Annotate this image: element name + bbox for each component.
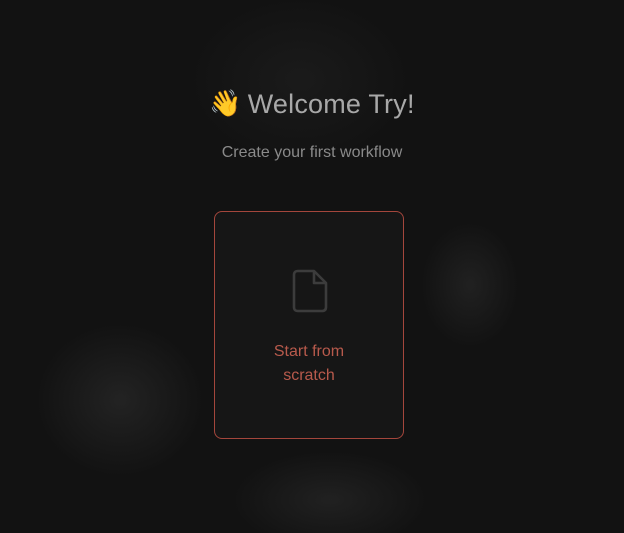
page-subtitle: Create your first workflow [221, 144, 403, 161]
welcome-heading: 👋 Welcome Try! [0, 86, 624, 122]
welcome-screen: 👋 Welcome Try! Create your first workflo… [0, 0, 624, 533]
page-title: Welcome Try! [247, 88, 415, 119]
start-from-scratch-label: Start from scratch [273, 343, 345, 384]
start-from-scratch-card[interactable]: Start from scratch [214, 211, 404, 439]
waving-hand-icon: 👋 [209, 89, 242, 119]
document-icon [292, 269, 328, 313]
